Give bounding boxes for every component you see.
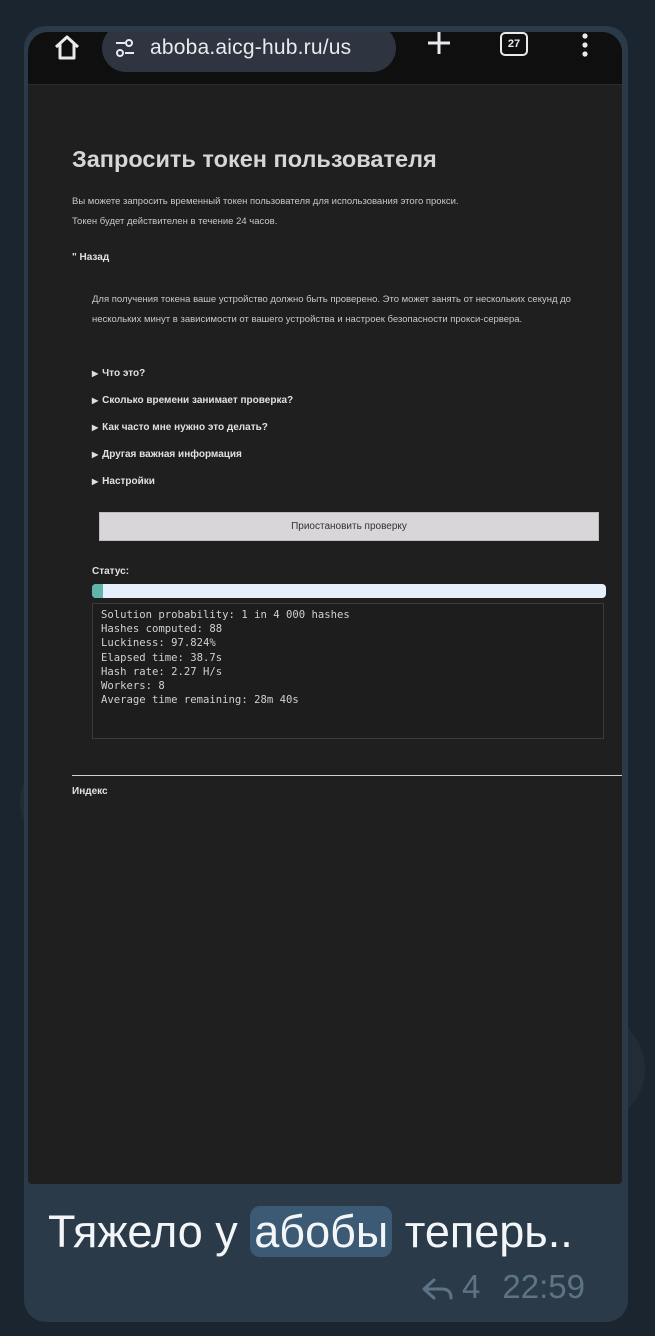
browser-toolbar: aboba.aicg-hub.ru/us 27 (28, 32, 622, 85)
site-settings-icon[interactable] (114, 38, 136, 58)
index-link[interactable]: Индекс (72, 786, 108, 797)
details-how-often[interactable]: ▶ Как часто мне нужно это делать? (92, 422, 293, 449)
disclosure-triangle-icon: ▶ (92, 369, 99, 378)
disclosure-triangle-icon: ▶ (92, 477, 99, 486)
message-time: 22:59 (502, 1268, 585, 1305)
url-text[interactable]: aboba.aicg-hub.ru/us (150, 36, 351, 60)
attached-screenshot[interactable]: aboba.aicg-hub.ru/us 27 Запросить токен … (28, 32, 622, 1184)
log-line: Hashes computed: 88 (101, 623, 223, 636)
status-log: Solution probability: 1 in 4 000 hashes … (92, 603, 604, 739)
details-other-info[interactable]: ▶ Другая важная информация (92, 449, 293, 476)
log-line: Elapsed time: 38.7s (101, 651, 223, 664)
intro-line-2: Токен будет действителен в течение 24 ча… (72, 216, 278, 227)
log-line: Workers: 8 (101, 680, 165, 693)
tab-count: 27 (507, 38, 521, 50)
tab-switcher-icon[interactable]: 27 (500, 32, 528, 56)
back-link[interactable]: " Назад (72, 252, 109, 263)
log-line: Luckiness: 97.824% (101, 637, 216, 650)
log-line: Solution probability: 1 in 4 000 hashes (101, 609, 350, 621)
page-title: Запросить токен пользователя (72, 146, 437, 172)
verification-progress-bar (92, 584, 606, 598)
verification-explanation: Для получения токена ваше устройство дол… (92, 294, 571, 325)
message-text-after: теперь.. (392, 1206, 573, 1257)
web-page: Запросить токен пользователя Вы можете з… (28, 84, 622, 1184)
message-meta: 4 22:59 (420, 1268, 585, 1306)
status-label: Статус: (92, 566, 130, 577)
log-line: Average time remaining: 28m 40s (101, 694, 299, 707)
reply-count[interactable]: 4 (462, 1268, 480, 1305)
details-list: ▶ Что это? ▶ Сколько времени занимает пров… (92, 368, 293, 503)
disclosure-triangle-icon: ▶ (92, 450, 99, 459)
footer-divider (72, 775, 622, 776)
address-bar[interactable]: aboba.aicg-hub.ru/us (102, 32, 396, 72)
details-how-long[interactable]: ▶ Сколько времени занимает проверка? (92, 395, 293, 422)
progress-fill (92, 584, 104, 598)
details-what-is-this[interactable]: ▶ Что это? (92, 368, 293, 395)
more-menu-icon[interactable] (580, 32, 590, 58)
message-highlight: абобы (250, 1206, 393, 1257)
intro-line-1: Вы можете запросить временный токен поль… (72, 196, 459, 207)
intro-text: Вы можете запросить временный токен поль… (72, 192, 612, 232)
disclosure-triangle-icon: ▶ (92, 396, 99, 405)
home-icon[interactable] (52, 32, 82, 62)
message-text: Тяжело у абобы теперь.. (48, 1206, 573, 1258)
disclosure-triangle-icon: ▶ (92, 423, 99, 432)
reply-icon[interactable] (420, 1277, 454, 1301)
log-line: Hash rate: 2.27 H/s (101, 665, 223, 678)
details-settings[interactable]: ▶ Настройки (92, 476, 293, 503)
pause-verification-button[interactable]: Приостановить проверку (99, 512, 599, 541)
new-tab-icon[interactable] (426, 32, 452, 56)
message-text-before: Тяжело у (48, 1206, 251, 1257)
